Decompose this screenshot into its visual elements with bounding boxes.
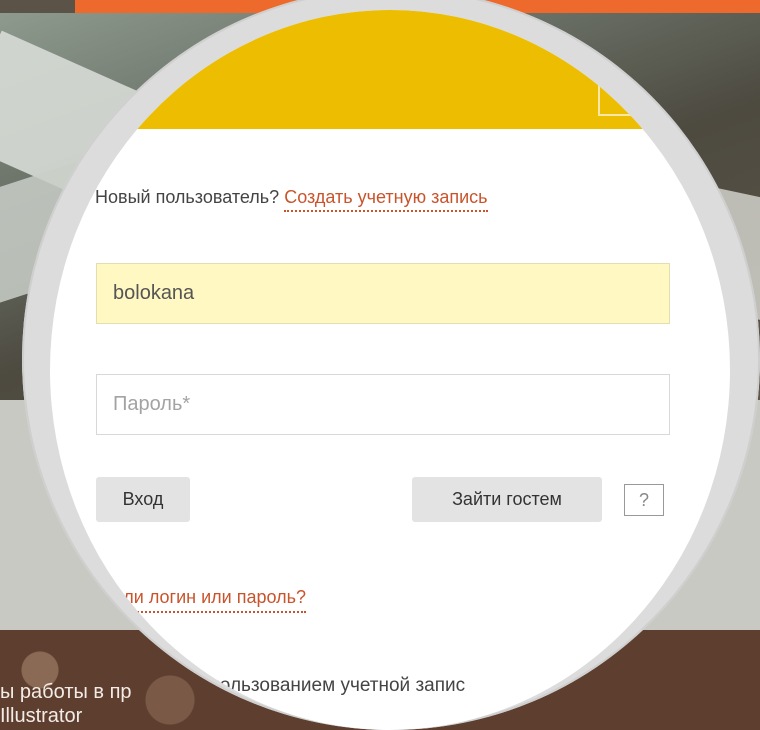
course-title-line2: Illustrator <box>0 705 83 727</box>
modal-header <box>50 10 730 129</box>
login-input[interactable] <box>96 263 670 324</box>
new-user-line: Новый пользователь? Создать учетную запи… <box>95 187 488 212</box>
forgot-password-link[interactable]: абыли логин или пароль? <box>90 587 306 613</box>
login-button[interactable]: Вход <box>96 477 190 522</box>
guest-login-button[interactable]: Зайти гостем <box>412 477 602 522</box>
course-title[interactable]: ы работы в пр Illustrator <box>0 680 132 728</box>
create-account-link[interactable]: Создать учетную запись <box>284 187 488 212</box>
close-icon[interactable] <box>598 76 638 116</box>
password-input[interactable] <box>96 374 670 435</box>
login-modal: Новый пользователь? Создать учетную запи… <box>50 10 730 730</box>
help-icon[interactable]: ? <box>624 484 664 516</box>
new-user-prompt: Новый пользователь? <box>95 187 280 207</box>
course-title-line1: ы работы в пр <box>0 681 132 703</box>
social-login-text: спользованием учетной запис <box>200 675 466 696</box>
